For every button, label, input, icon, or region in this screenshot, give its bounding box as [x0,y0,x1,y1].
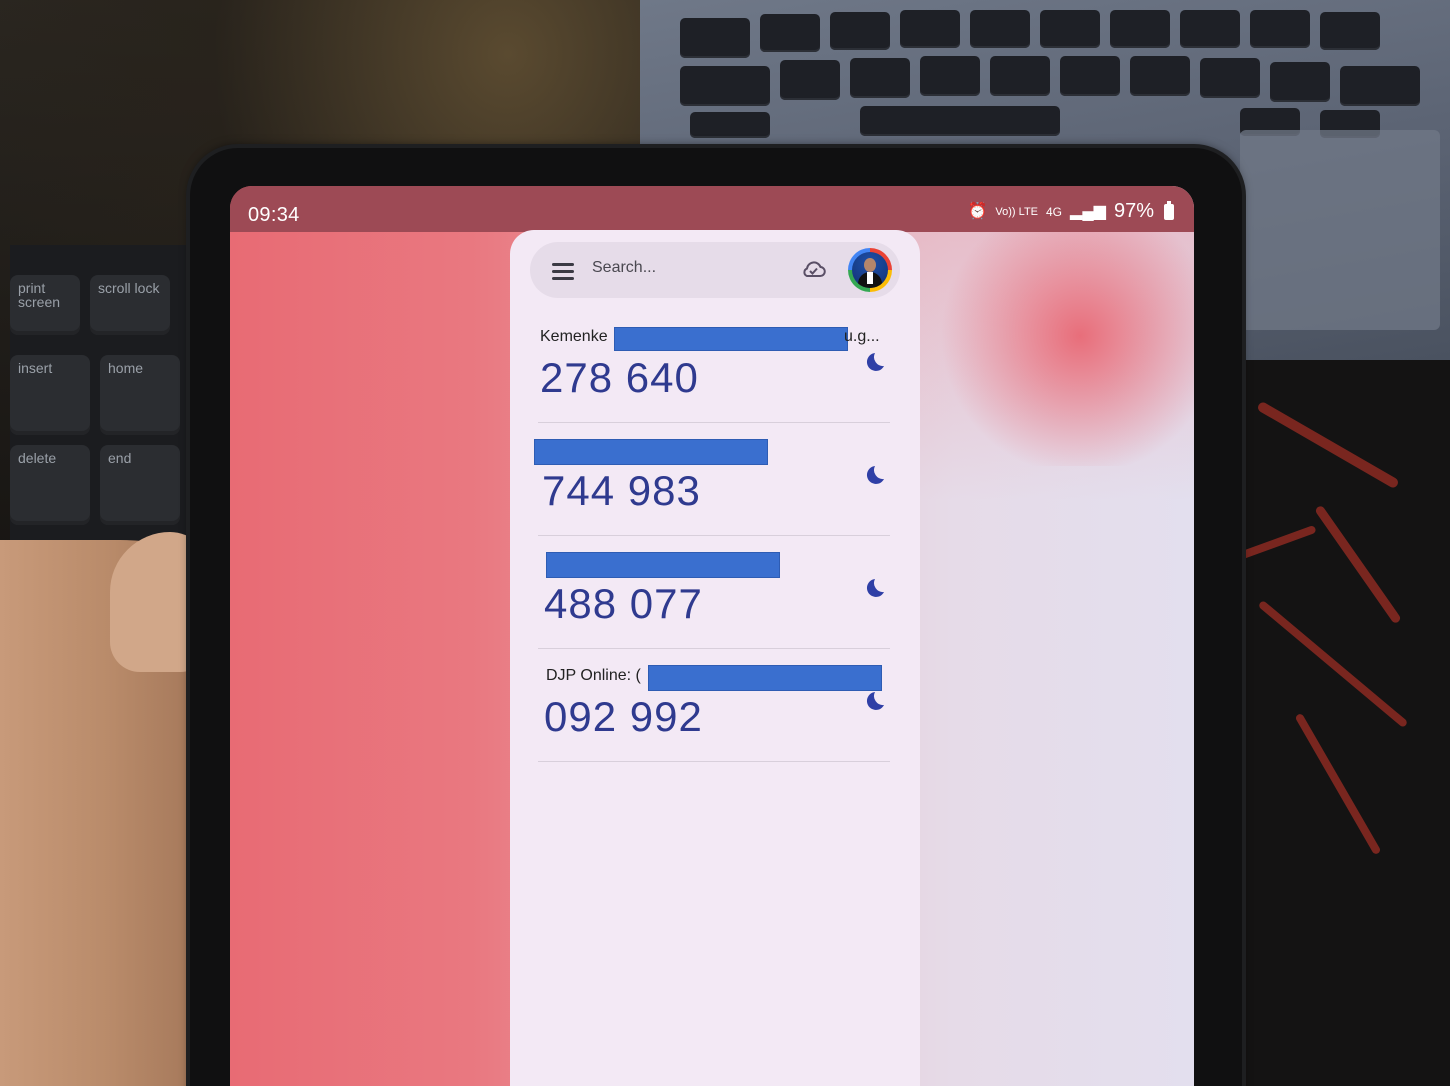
key-scroll-lock: scroll lock [90,275,170,335]
account-issuer: DJP Online: ( [546,667,641,684]
redaction-bar [648,665,882,691]
key-home: home [100,355,180,435]
redaction-bar [614,327,848,351]
countdown-timer-icon [866,353,884,371]
laptop-keys [660,8,1440,138]
search-bar[interactable]: Search... [530,242,900,298]
volte-indicator: Vo)) LTE [995,205,1038,218]
account-issuer: Kemenke [540,328,608,345]
list-item[interactable]: DJP Online: ( 092 992 [510,649,920,762]
list-item[interactable]: 744 983 [510,423,920,536]
status-bar: 09:34 ⏰ Vo)) LTE 4G ▂▄▆ 97% [230,186,1194,232]
redaction-bar [546,552,780,578]
phone-screen: 09:34 ⏰ Vo)) LTE 4G ▂▄▆ 97% Search... Ke… [230,186,1194,1086]
list-item[interactable]: Kemenke u.g... 278 640 [510,310,920,423]
status-icons: ⏰ Vo)) LTE 4G ▂▄▆ 97% [967,200,1174,223]
battery-icon [1164,200,1174,220]
otp-code: 092 992 [544,693,703,740]
key-print-screen: print screen [10,275,80,335]
account-issuer-suffix: u.g... [844,328,880,345]
countdown-timer-icon [866,466,884,484]
avatar[interactable] [848,248,892,292]
status-time: 09:34 [248,204,300,226]
otp-code: 488 077 [544,580,703,627]
alarm-icon: ⏰ [967,202,988,220]
list-item[interactable]: 488 077 [510,536,920,649]
hamburger-menu-icon[interactable] [552,263,574,280]
cloud-sync-icon[interactable] [800,258,826,280]
otp-code: 278 640 [540,354,699,401]
countdown-timer-icon [866,692,884,710]
otp-code: 744 983 [542,467,701,514]
key-end: end [100,445,180,525]
search-input[interactable]: Search... [592,259,656,277]
network-indicator: 4G [1046,204,1063,219]
desk-mat [1228,360,1450,1086]
countdown-timer-icon [866,579,884,597]
authenticator-app: Search... Kemenke u.g... 278 640 744 983… [510,230,920,1086]
signal-icon: ▂▄▆ [1070,202,1106,220]
key-insert: insert [10,355,90,435]
account-list: Kemenke u.g... 278 640 744 983 488 077 D… [510,310,920,762]
redaction-bar [534,439,768,465]
battery-percent: 97% [1113,200,1154,222]
key-delete: delete [10,445,90,525]
laptop-touchpad [1240,130,1440,330]
